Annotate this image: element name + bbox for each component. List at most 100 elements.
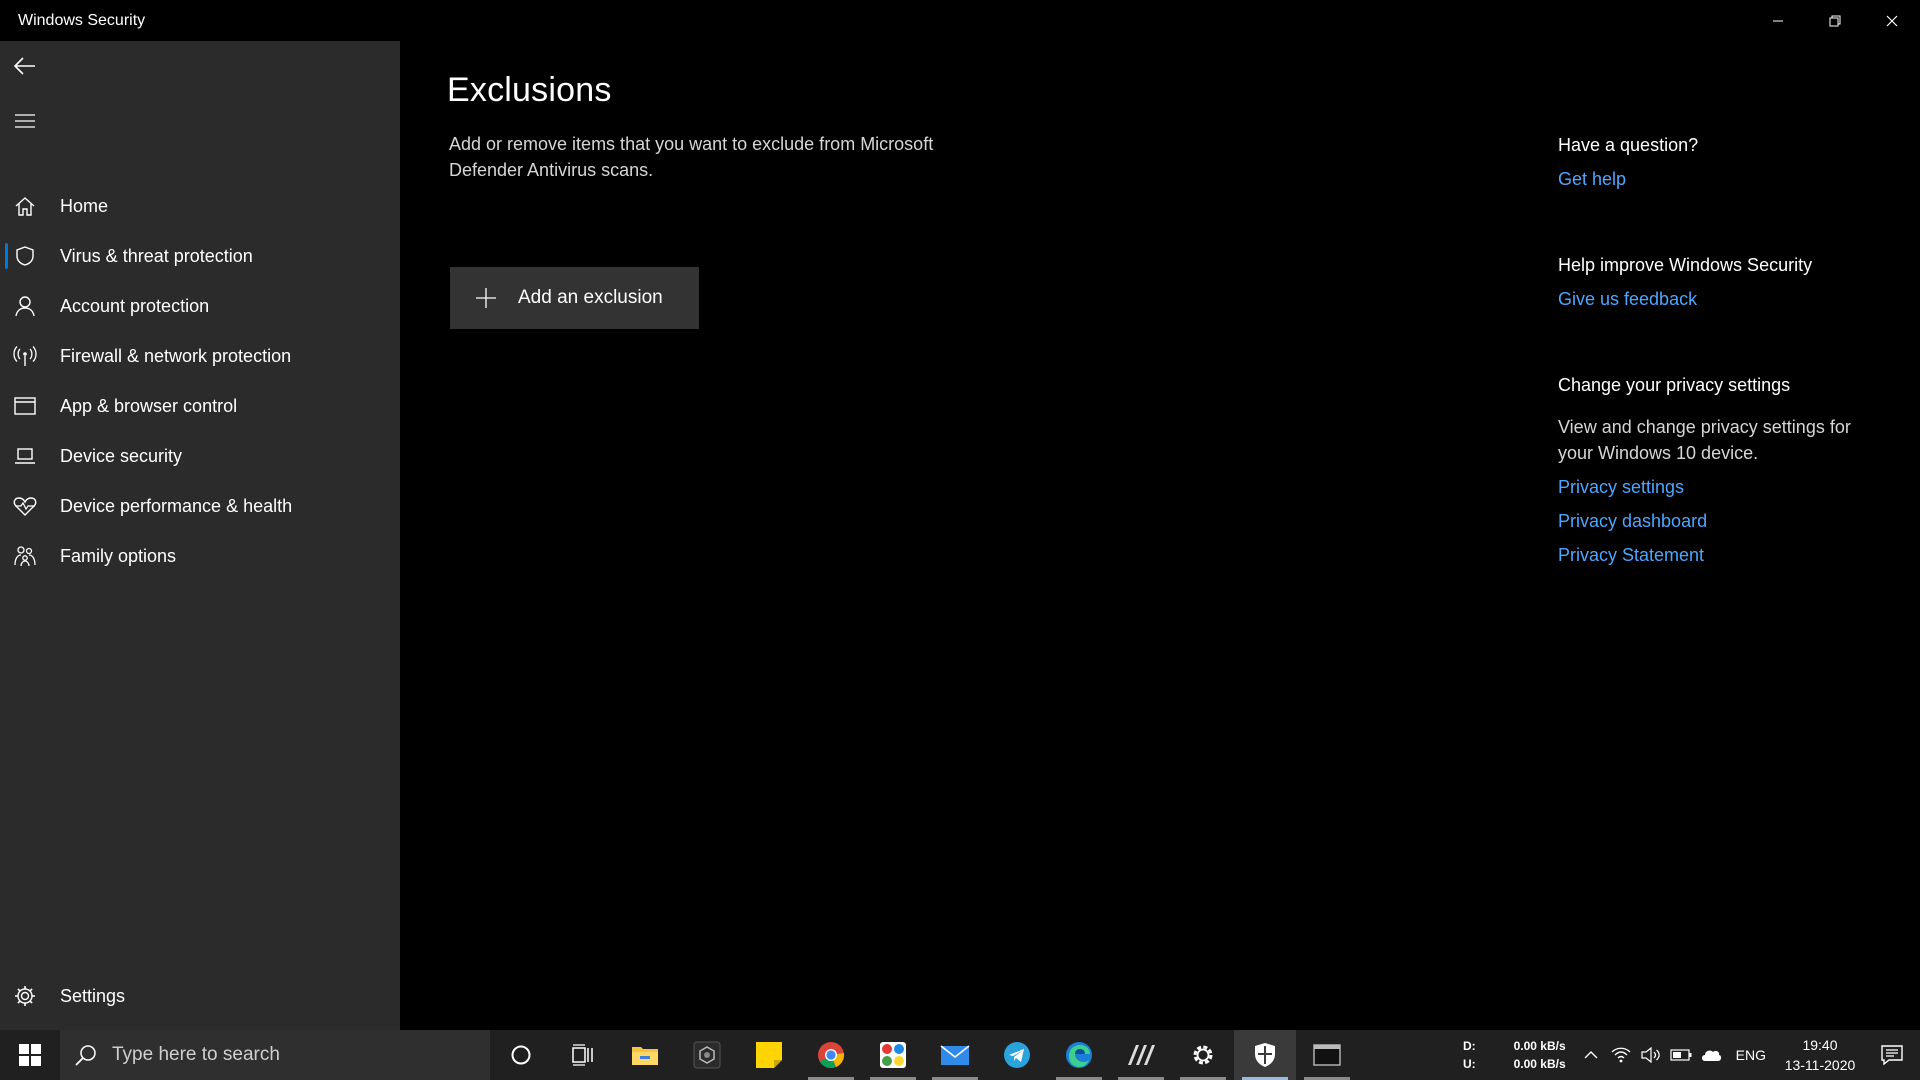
battery-button[interactable] — [1666, 1030, 1696, 1080]
privacy-description: View and change privacy settings for you… — [1558, 417, 1851, 463]
battery-icon — [1670, 1049, 1692, 1061]
get-help-link[interactable]: Get help — [1558, 169, 1626, 190]
heart-pulse-icon — [13, 494, 37, 518]
start-button[interactable] — [0, 1030, 60, 1080]
stripes-app-icon — [1128, 1045, 1155, 1065]
security-shield-icon — [1255, 1043, 1275, 1067]
onedrive-button[interactable] — [1696, 1030, 1726, 1080]
system-tray: D: U: 0.00 kB/s 0.00 kB/s ENG 19:40 13-1… — [1463, 1030, 1920, 1080]
privacy-heading: Change your privacy settings — [1558, 375, 1791, 395]
browser-window-icon — [13, 394, 37, 418]
window-title: Windows Security — [18, 11, 146, 29]
sidebar-item-label: Home — [60, 195, 109, 216]
privacy-dashboard-link[interactable]: Privacy dashboard — [1558, 511, 1707, 532]
family-icon — [13, 544, 37, 568]
minimize-button[interactable] — [1749, 0, 1806, 41]
mail-icon — [940, 1045, 970, 1065]
clock[interactable]: 19:40 13-11-2020 — [1776, 1035, 1864, 1075]
taskbar-search[interactable]: Type here to search — [60, 1030, 490, 1080]
laptop-icon — [13, 444, 37, 468]
wifi-button[interactable] — [1606, 1030, 1636, 1080]
taskbar-photos-app[interactable] — [862, 1030, 924, 1080]
sidebar-item-account-protection[interactable]: Account protection — [0, 281, 400, 331]
folder-icon — [632, 1047, 658, 1065]
improve-heading: Help improve Windows Security — [1558, 255, 1813, 275]
give-feedback-link[interactable]: Give us feedback — [1558, 289, 1697, 310]
title-bar: Windows Security — [0, 0, 1920, 41]
page-title: Exclusions — [447, 71, 612, 109]
sidebar-item-family-options[interactable]: Family options — [0, 531, 400, 581]
sidebar-nav: Home Virus & threat protection Account p… — [0, 181, 400, 581]
sidebar-item-label: Device security — [60, 445, 183, 466]
telegram-icon — [1004, 1042, 1030, 1068]
input-language-button[interactable]: ENG — [1726, 1047, 1776, 1063]
task-view-icon — [572, 1044, 593, 1066]
photos-grid-icon — [880, 1042, 906, 1068]
sidebar-item-app-browser-control[interactable]: App & browser control — [0, 381, 400, 431]
privacy-settings-link[interactable]: Privacy settings — [1558, 477, 1684, 498]
add-exclusion-label: Add an exclusion — [518, 287, 663, 308]
taskbar-app-dark[interactable] — [676, 1030, 738, 1080]
sidebar-item-label: Device performance & health — [60, 495, 293, 516]
cortana-button[interactable] — [490, 1030, 552, 1080]
wifi-icon — [1611, 1047, 1631, 1063]
taskbar-sticky-notes[interactable] — [738, 1030, 800, 1080]
cloud-icon — [1701, 1050, 1721, 1061]
gear-icon — [13, 984, 37, 1008]
taskbar-app-stripes[interactable] — [1110, 1030, 1172, 1080]
sidebar-item-home[interactable]: Home — [0, 181, 400, 231]
sidebar-item-label: Family options — [60, 545, 177, 566]
settings-label: Settings — [60, 985, 126, 1006]
sidebar-item-firewall-network-protection[interactable]: Firewall & network protection — [0, 331, 400, 381]
taskbar: Type here to search D: U: 0.00 kB/s 0.00… — [0, 1030, 1920, 1080]
restore-button[interactable] — [1806, 0, 1863, 41]
taskbar-telegram[interactable] — [986, 1030, 1048, 1080]
upload-speed: 0.00 kB/s — [1513, 1057, 1566, 1071]
search-placeholder: Type here to search — [112, 1044, 280, 1065]
question-heading: Have a question? — [1558, 135, 1699, 155]
network-speed-meter: D: U: 0.00 kB/s 0.00 kB/s — [1463, 1037, 1566, 1073]
home-icon — [13, 194, 37, 218]
sidebar: Home Virus & threat protection Account p… — [0, 41, 400, 1030]
privacy-statement-link[interactable]: Privacy Statement — [1558, 545, 1704, 566]
back-button[interactable] — [0, 41, 50, 91]
plus-icon — [476, 288, 496, 308]
hamburger-icon — [15, 114, 35, 128]
minimize-icon — [1772, 20, 1783, 21]
gear-icon — [1193, 1045, 1213, 1065]
sidebar-item-settings[interactable]: Settings — [0, 971, 400, 1021]
taskbar-file-explorer[interactable] — [614, 1030, 676, 1080]
notification-icon — [1881, 1045, 1903, 1065]
taskbar-windows-security[interactable] — [1234, 1030, 1296, 1080]
terminal-icon — [1313, 1044, 1341, 1066]
clock-date: 13-11-2020 — [1784, 1057, 1856, 1073]
volume-button[interactable] — [1636, 1030, 1666, 1080]
shield-icon — [13, 244, 37, 268]
add-exclusion-button[interactable]: Add an exclusion — [450, 267, 699, 329]
restore-icon — [1829, 15, 1840, 26]
sticky-notes-icon — [756, 1042, 782, 1068]
page-description: Add or remove items that you want to exc… — [449, 134, 934, 180]
taskbar-terminal[interactable] — [1296, 1030, 1358, 1080]
taskbar-edge[interactable] — [1048, 1030, 1110, 1080]
person-icon — [13, 294, 37, 318]
sidebar-item-device-performance-health[interactable]: Device performance & health — [0, 481, 400, 531]
taskbar-mail[interactable] — [924, 1030, 986, 1080]
taskbar-settings[interactable] — [1172, 1030, 1234, 1080]
main-content: Exclusions Add or remove items that you … — [400, 41, 1920, 1030]
show-hidden-icons-button[interactable] — [1576, 1030, 1606, 1080]
action-center-button[interactable] — [1864, 1030, 1920, 1080]
antenna-icon — [13, 344, 37, 368]
sidebar-item-label: App & browser control — [60, 395, 238, 416]
sidebar-item-label: Account protection — [60, 295, 210, 316]
task-view-button[interactable] — [552, 1030, 614, 1080]
sidebar-item-virus-threat-protection[interactable]: Virus & threat protection — [0, 231, 400, 281]
taskbar-chrome[interactable] — [800, 1030, 862, 1080]
hamburger-menu-button[interactable] — [0, 96, 50, 146]
camera-app-icon — [693, 1041, 721, 1069]
close-button[interactable] — [1863, 0, 1920, 41]
speaker-icon — [1641, 1047, 1660, 1063]
search-icon — [75, 1045, 96, 1066]
window-controls — [1749, 0, 1920, 41]
sidebar-item-device-security[interactable]: Device security — [0, 431, 400, 481]
